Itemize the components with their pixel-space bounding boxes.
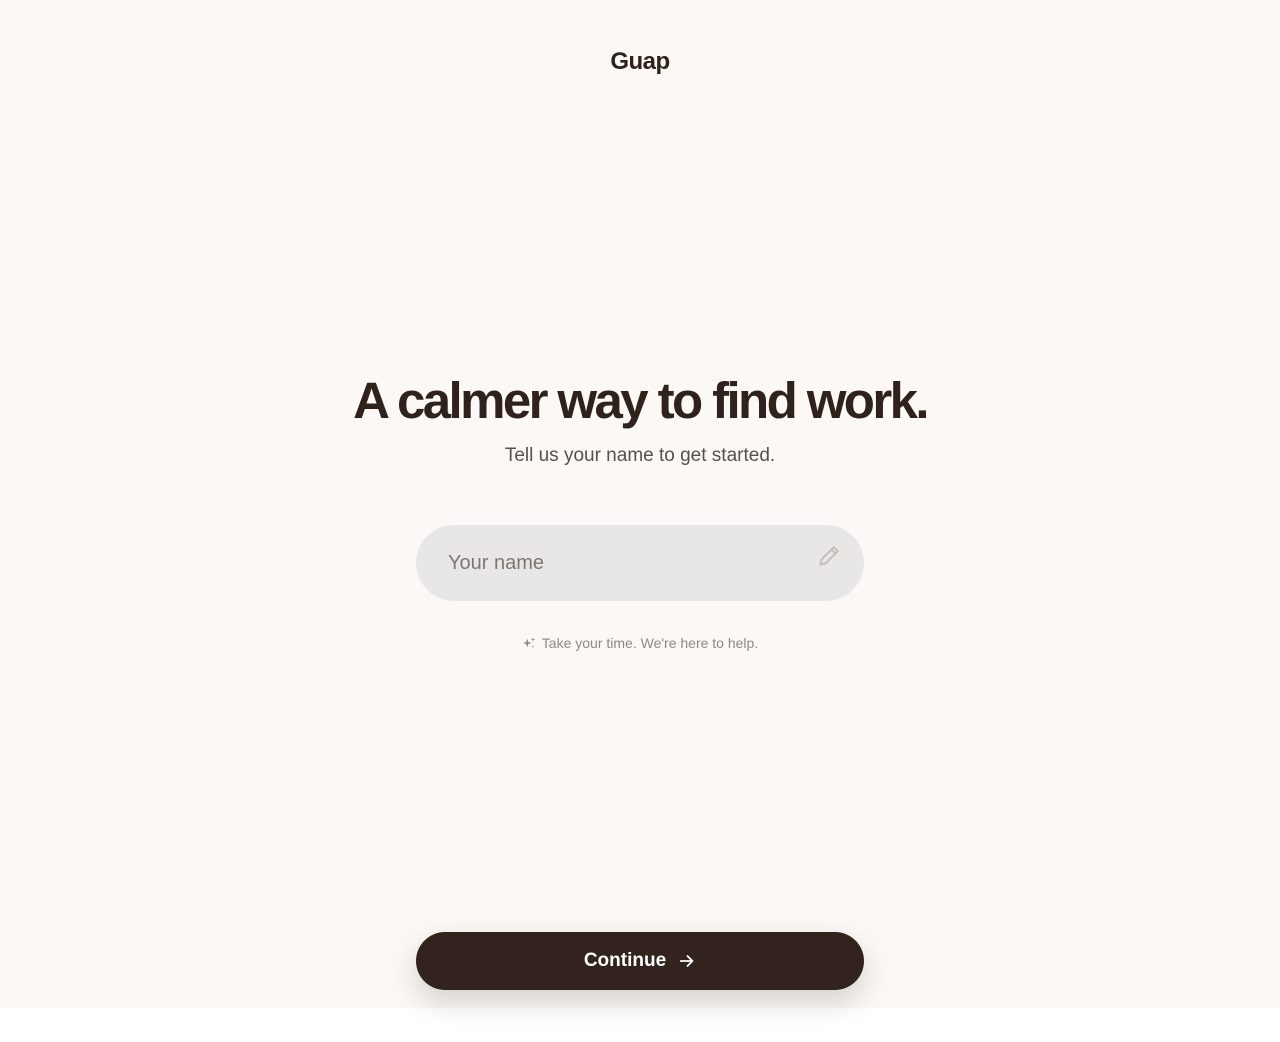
name-field[interactable] xyxy=(416,525,864,601)
brand-logo: Guap xyxy=(610,48,670,75)
helper-hint-text: Take your time. We're here to help. xyxy=(541,635,759,651)
arrow-right-icon xyxy=(679,955,694,967)
onboarding-page: Guap A calmer way to find work. Tell us … xyxy=(0,0,1280,1008)
continue-button[interactable]: Continue xyxy=(416,932,864,990)
sparkle-icon xyxy=(522,637,535,648)
pencil-icon xyxy=(819,546,839,566)
name-input[interactable] xyxy=(448,525,808,601)
continue-button-label: Continue xyxy=(583,950,667,971)
page-headline: A calmer way to find work. xyxy=(353,372,929,429)
page-subheadline: Tell us your name to get started. xyxy=(504,445,776,466)
helper-hint: Take your time. We're here to help. xyxy=(0,633,1280,653)
